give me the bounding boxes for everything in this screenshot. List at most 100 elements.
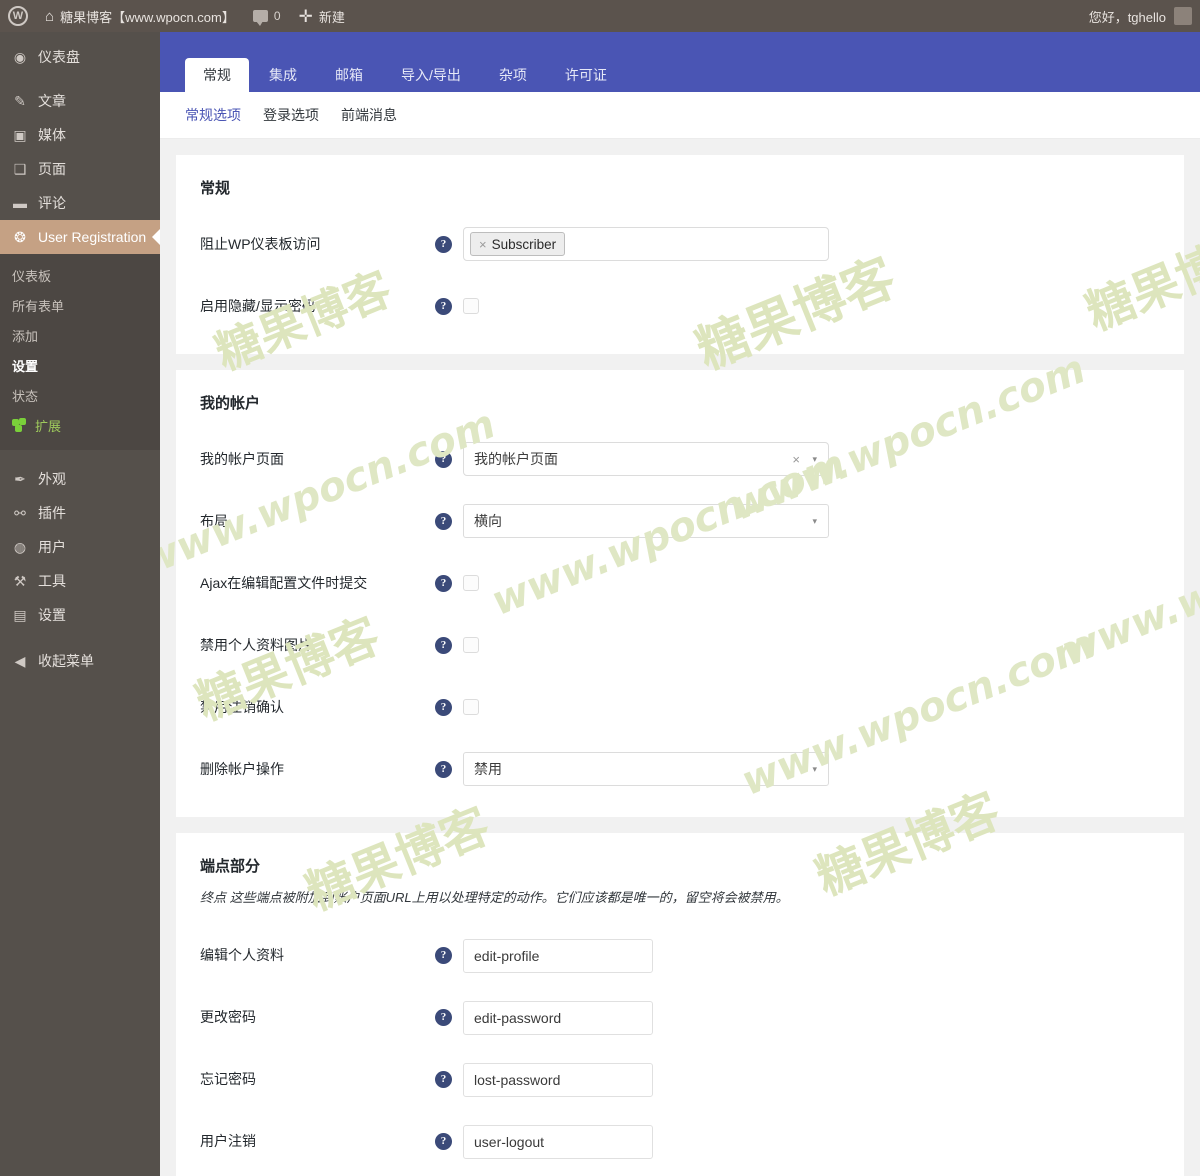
sidebar-label-user-registration: User Registration <box>38 229 147 245</box>
sidebar-label-tools: 工具 <box>38 573 66 589</box>
sidebar-label-comments: 评论 <box>38 195 66 211</box>
section-general: 常规 阻止WP仪表板访问 ? × Subscriber 启用隐藏/显示密码 ? <box>176 155 1184 354</box>
subtab-login-options[interactable]: 登录选项 <box>263 105 319 125</box>
field-label-disable-logout-confirm: 禁用注销确认 <box>200 698 284 715</box>
input-endpoint-edit-password[interactable]: edit-password <box>463 1000 653 1035</box>
help-question-icon[interactable]: ? <box>435 636 452 654</box>
input-endpoint-edit-profile[interactable]: edit-profile <box>463 938 653 973</box>
token-remove-icon[interactable]: × <box>479 237 487 252</box>
sidebar-label-plugins: 插件 <box>38 505 66 521</box>
site-name-menu[interactable]: ⌂ 糖果博客【www.wpocn.com】 <box>36 0 244 32</box>
sidebar-item-collapse-menu[interactable]: ◀ 收起菜单 <box>0 644 160 678</box>
sidebar-subitem-add-new[interactable]: 添加 <box>0 320 160 350</box>
sidebar-item-comments[interactable]: ▬ 评论 <box>0 186 160 220</box>
help-question-icon[interactable]: ? <box>435 1133 452 1150</box>
section-endpoints-description: 终点 这些端点被附加到账户页面URL上用以处理特定的动作。它们应该都是唯一的，留… <box>200 890 789 905</box>
field-endpoint-lost-password: 忘记密码 ? lost-password <box>200 1058 1160 1102</box>
wordpress-logo-icon <box>8 6 28 26</box>
sidebar-item-appearance[interactable]: ✒ 外观 <box>0 462 160 496</box>
field-show-hide-password: 启用隐藏/显示密码 ? <box>200 284 1160 328</box>
sidebar-item-posts[interactable]: ✎ 文章 <box>0 84 160 118</box>
select-my-account-page[interactable]: 我的帐户页面 × ▾ <box>463 442 829 476</box>
tab-misc[interactable]: 杂项 <box>481 58 545 92</box>
tab-import-export[interactable]: 导入/导出 <box>383 58 479 92</box>
subtab-frontend-messages[interactable]: 前端消息 <box>341 105 397 125</box>
help-question-icon[interactable]: ? <box>435 698 452 716</box>
help-question-icon[interactable]: ? <box>435 1071 452 1088</box>
help-question-icon[interactable]: ? <box>435 760 452 778</box>
comments-button[interactable]: 0 <box>244 0 290 32</box>
select-layout[interactable]: 横向 ▾ <box>463 504 829 538</box>
tab-email[interactable]: 邮箱 <box>317 58 381 92</box>
select-delete-account-action-value: 禁用 <box>474 761 502 777</box>
appearance-brush-icon: ✒ <box>14 470 26 487</box>
sidebar-item-users[interactable]: ◍ 用户 <box>0 530 160 564</box>
field-my-account-page: 我的帐户页面 ? 我的帐户页面 × ▾ <box>200 437 1160 481</box>
settings-sliders-icon: ▤ <box>13 606 27 623</box>
sidebar-subitem-all-forms[interactable]: 所有表单 <box>0 290 160 320</box>
sidebar-label-dashboard: 仪表盘 <box>38 49 80 65</box>
help-question-icon[interactable]: ? <box>435 297 452 315</box>
sidebar-item-pages[interactable]: ❑ 页面 <box>0 152 160 186</box>
wordpress-logo-button[interactable] <box>0 0 36 32</box>
sidebar-sublabel-extensions: 扩展 <box>35 418 62 434</box>
chevron-down-icon[interactable]: ▾ <box>812 764 817 775</box>
sidebar-item-settings[interactable]: ▤ 设置 <box>0 598 160 632</box>
sidebar-subitem-dashboard[interactable]: 仪表板 <box>0 260 160 290</box>
section-my-account-title: 我的帐户 <box>200 395 261 412</box>
sidebar-subitem-extensions[interactable]: 扩展 <box>0 410 160 440</box>
media-icon: ▣ <box>13 126 27 143</box>
page-icon: ❑ <box>13 160 27 177</box>
greeting-label: 您好，tghello <box>1088 9 1166 25</box>
tab-general-label: 常规 <box>203 67 231 83</box>
field-label-endpoint-lost-password: 忘记密码 <box>200 1071 256 1088</box>
input-endpoint-lost-password-value: lost-password <box>474 1071 561 1088</box>
field-disable-profile-picture: 禁用个人资料图片 ? <box>200 623 1160 667</box>
sidebar-label-media: 媒体 <box>38 127 66 143</box>
help-question-icon[interactable]: ? <box>435 450 452 468</box>
checkbox-disable-logout-confirm[interactable] <box>463 699 479 715</box>
clear-icon[interactable]: × <box>792 452 800 467</box>
user-registration-icon: ❂ <box>14 228 26 245</box>
site-name-label: 糖果博客【www.wpocn.com】 <box>60 9 235 25</box>
subtab-frontend-messages-label: 前端消息 <box>341 107 397 123</box>
field-endpoint-user-logout: 用户注销 ? user-logout <box>200 1120 1160 1164</box>
sidebar-item-tools[interactable]: ⚒ 工具 <box>0 564 160 598</box>
sidebar-label-settings: 设置 <box>38 607 66 623</box>
input-endpoint-lost-password[interactable]: lost-password <box>463 1062 653 1097</box>
chevron-down-icon[interactable]: ▾ <box>812 516 817 527</box>
sidebar-item-media[interactable]: ▣ 媒体 <box>0 118 160 152</box>
chevron-right-icon <box>152 229 160 245</box>
field-label-show-hide-password: 启用隐藏/显示密码 <box>200 297 316 314</box>
settings-form: 常规 阻止WP仪表板访问 ? × Subscriber 启用隐藏/显示密码 ? … <box>160 139 1200 1176</box>
account-menu[interactable]: 您好，tghello <box>1089 7 1200 26</box>
sidebar-item-plugins[interactable]: ⚯ 插件 <box>0 496 160 530</box>
sidebar-item-dashboard[interactable]: ◉ 仪表盘 <box>0 40 160 74</box>
input-endpoint-user-logout[interactable]: user-logout <box>463 1124 653 1159</box>
help-question-icon[interactable]: ? <box>435 574 452 592</box>
block-dashboard-token-input[interactable]: × Subscriber <box>463 227 829 261</box>
settings-subtabbar: 常规选项 登录选项 前端消息 <box>160 92 1200 139</box>
sidebar-subitem-status[interactable]: 状态 <box>0 380 160 410</box>
tab-import-export-label: 导入/导出 <box>401 67 461 83</box>
comment-bubble-icon <box>252 10 268 26</box>
field-disable-logout-confirm: 禁用注销确认 ? <box>200 685 1160 729</box>
select-delete-account-action[interactable]: 禁用 ▾ <box>463 752 829 786</box>
tab-general[interactable]: 常规 <box>185 58 249 92</box>
sidebar-item-user-registration[interactable]: ❂ User Registration <box>0 220 160 254</box>
field-layout: 布局 ? 横向 ▾ <box>200 499 1160 543</box>
token-subscriber[interactable]: × Subscriber <box>470 232 566 256</box>
sidebar-subitem-settings[interactable]: 设置 <box>0 350 160 380</box>
help-question-icon[interactable]: ? <box>435 235 452 253</box>
new-content-button[interactable]: ✛ 新建 <box>290 0 354 32</box>
checkbox-ajax-submit[interactable] <box>463 575 479 591</box>
help-question-icon[interactable]: ? <box>435 512 452 530</box>
tab-license[interactable]: 许可证 <box>547 58 625 92</box>
subtab-general-options[interactable]: 常规选项 <box>185 105 241 125</box>
help-question-icon[interactable]: ? <box>435 1009 452 1026</box>
tab-integration[interactable]: 集成 <box>251 58 315 92</box>
help-question-icon[interactable]: ? <box>435 947 452 964</box>
chevron-down-icon[interactable]: ▾ <box>812 454 817 465</box>
checkbox-show-hide-password[interactable] <box>463 298 479 314</box>
checkbox-disable-profile-picture[interactable] <box>463 637 479 653</box>
